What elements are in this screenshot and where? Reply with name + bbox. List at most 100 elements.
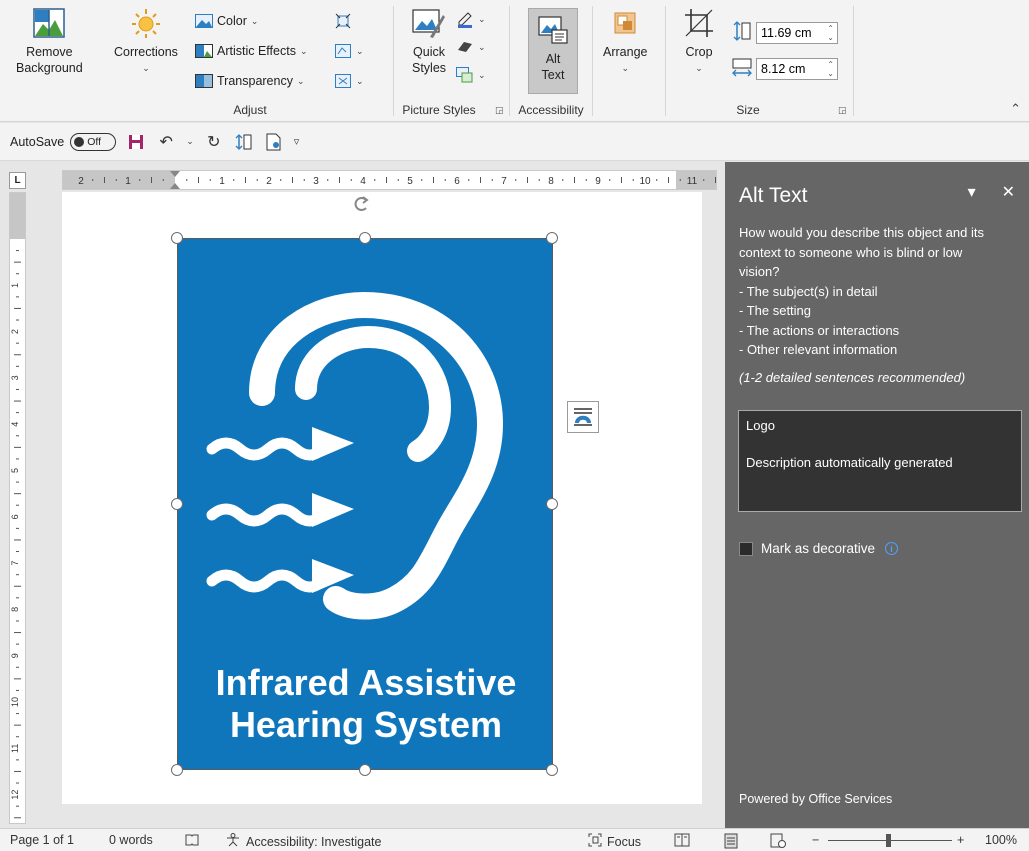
document-settings-icon[interactable]	[264, 132, 284, 152]
zoom-out-button[interactable]: −	[812, 833, 819, 847]
save-icon[interactable]	[126, 132, 146, 152]
line-spacing-icon[interactable]	[234, 132, 254, 152]
alt-text-label-2: Text	[541, 68, 565, 82]
web-layout-icon[interactable]	[770, 833, 786, 849]
status-bar: Page 1 of 1 0 words Accessibility: Inves…	[0, 828, 1029, 851]
accessibility-status-label: Accessibility: Investigate	[246, 834, 382, 849]
ruler-label: 3	[10, 375, 20, 380]
document-area: L 2 1 1 2 3 4 5 6 7 8 9 10 11 1 2 3 4 5 6 7 8 9 10 11 12	[0, 162, 725, 828]
mark-as-decorative-checkbox[interactable]	[739, 541, 753, 556]
ruler-label: 6	[454, 176, 460, 187]
resize-handle-top-left[interactable]	[171, 232, 183, 244]
width-input[interactable]	[756, 57, 838, 80]
ruler-label: 4	[10, 422, 20, 427]
horizontal-ruler-scale: 2 1 1 2 3 4 5 6 7 8 9 10 11	[78, 171, 716, 189]
alt-text-input[interactable]: Logo Description automatically generated	[738, 410, 1022, 512]
change-picture-button[interactable]: ⌄	[334, 40, 364, 62]
document-page[interactable]: Infrared Assistive Hearing System	[62, 192, 702, 804]
transparency-button[interactable]: Transparency ⌄	[195, 70, 305, 92]
ruler-label: 11	[10, 744, 20, 753]
autosave-control: AutoSave Off	[10, 132, 117, 151]
autosave-state: Off	[87, 135, 102, 148]
word-count[interactable]: 0 words	[109, 833, 153, 847]
redo-icon[interactable]: ↻	[204, 132, 224, 152]
resize-handle-top[interactable]	[359, 232, 371, 244]
horizontal-ruler[interactable]: 2 1 1 2 3 4 5 6 7 8 9 10 11	[62, 170, 717, 190]
quick-styles-label-1: Quick	[413, 45, 445, 59]
picture-effects-button[interactable]: ⌄	[456, 36, 486, 58]
compress-pictures-button[interactable]	[334, 10, 352, 32]
zoom-in-button[interactable]: +	[957, 833, 964, 847]
layout-options-button[interactable]	[567, 401, 599, 433]
size-launcher-icon[interactable]: ◲	[838, 105, 848, 115]
zoom-slider-thumb[interactable]	[886, 834, 891, 847]
resize-handle-bottom[interactable]	[359, 764, 371, 776]
accessibility-checker[interactable]: Accessibility: Investigate	[225, 833, 381, 850]
collapse-ribbon-icon[interactable]: ⌃	[1010, 101, 1021, 117]
remove-background-label-2: Background	[16, 61, 83, 75]
picture-styles-launcher-icon[interactable]: ◲	[495, 105, 505, 115]
reset-picture-button[interactable]: ⌄	[334, 70, 364, 92]
picture-layout-button[interactable]: ⌄	[456, 64, 486, 86]
undo-icon[interactable]: ↶	[156, 132, 176, 152]
adjust-group-label: Adjust	[233, 103, 267, 117]
focus-label: Focus	[607, 834, 642, 849]
picture-border-button[interactable]: ⌄	[456, 8, 486, 30]
alt-text-instructions: How would you describe this object and i…	[739, 223, 1021, 360]
ruler-top-margin	[10, 193, 25, 239]
chevron-down-icon[interactable]: ⌄	[186, 136, 194, 147]
alt-text-button[interactable]: Alt Text	[528, 8, 578, 94]
resize-handle-top-right[interactable]	[546, 232, 558, 244]
quick-styles-button[interactable]: Quick Styles	[412, 6, 446, 76]
ruler-label: 9	[10, 653, 20, 658]
color-button[interactable]: Color ⌄	[195, 10, 258, 32]
corrections-label: Corrections	[114, 45, 178, 59]
info-icon[interactable]: i	[885, 542, 899, 555]
chevron-down-icon: ⌄	[299, 45, 308, 56]
rotate-handle-icon[interactable]	[351, 194, 371, 214]
resize-handle-right[interactable]	[546, 498, 558, 510]
compress-pictures-icon	[334, 13, 352, 29]
page-count[interactable]: Page 1 of 1	[10, 833, 74, 847]
resize-handle-left[interactable]	[171, 498, 183, 510]
pane-options-chevron-icon[interactable]: ▾	[968, 182, 976, 202]
shape-width-control: ⌃⌄	[732, 57, 838, 80]
print-layout-icon[interactable]	[724, 833, 738, 849]
ruler-label: 1	[10, 283, 20, 288]
group-separator	[592, 6, 593, 116]
indent-marker[interactable]	[170, 171, 180, 189]
crop-button[interactable]: Crop ⌄	[682, 6, 716, 76]
focus-mode-button[interactable]: Focus	[588, 833, 641, 850]
selected-picture[interactable]: Infrared Assistive Hearing System	[177, 238, 553, 770]
resize-handle-bottom-left[interactable]	[171, 764, 183, 776]
read-mode-icon[interactable]	[674, 833, 690, 847]
chevron-down-icon: ⌄	[356, 75, 364, 86]
artistic-effects-button[interactable]: Artistic Effects ⌄	[195, 40, 308, 62]
picture-layout-icon	[456, 67, 474, 83]
autosave-toggle[interactable]: Off	[70, 132, 117, 151]
close-icon[interactable]: ✕	[1002, 182, 1015, 202]
corrections-button[interactable]: Corrections ⌄	[114, 6, 178, 76]
remove-background-button[interactable]: Remove Background	[16, 6, 83, 76]
proofing-book-icon[interactable]	[185, 833, 199, 846]
ruler-label: 9	[595, 176, 601, 187]
autosave-label: AutoSave	[10, 134, 65, 149]
zoom-level[interactable]: 100%	[985, 833, 1017, 847]
instruction-line: - The subject(s) in detail	[739, 283, 878, 299]
remove-background-icon	[32, 6, 66, 40]
ruler-label: 7	[10, 561, 20, 566]
recommendation-text: (1-2 detailed sentences recommended)	[739, 370, 966, 385]
height-input[interactable]	[756, 21, 838, 44]
ruler-label: 11	[687, 176, 698, 187]
width-spinner-arrows[interactable]: ⌃ ⌄	[827, 60, 834, 78]
tab-selector-button[interactable]: L	[9, 172, 26, 189]
sun-icon	[129, 6, 163, 40]
ruler-label: 8	[548, 176, 554, 187]
vertical-ruler[interactable]: 1 2 3 4 5 6 7 8 9 10 11 12	[9, 192, 26, 824]
picture-title-line-2: Hearing System	[229, 704, 503, 745]
transparency-icon	[195, 73, 213, 89]
customize-toolbar-icon[interactable]: ▿	[294, 135, 300, 148]
arrange-button[interactable]: Arrange ⌄	[603, 6, 647, 76]
resize-handle-bottom-right[interactable]	[546, 764, 558, 776]
height-spinner-arrows[interactable]: ⌃ ⌄	[827, 24, 834, 42]
